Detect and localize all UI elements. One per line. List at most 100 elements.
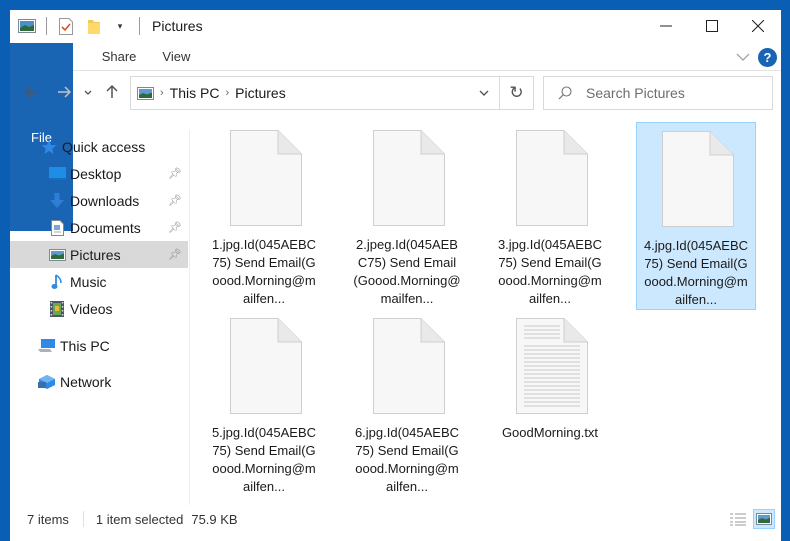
sidebar-item-network[interactable]: Network xyxy=(10,368,188,395)
sidebar-item-label: Downloads xyxy=(70,192,140,209)
sidebar-item-label: Videos xyxy=(70,300,113,317)
sidebar-item-label: Music xyxy=(70,273,107,290)
chevron-down-icon xyxy=(736,53,750,61)
pictures-folder-icon[interactable] xyxy=(18,17,36,35)
back-button[interactable] xyxy=(18,78,46,106)
properties-icon[interactable] xyxy=(57,17,75,35)
breadcrumb-separator: › xyxy=(160,87,164,99)
toolbar-divider xyxy=(46,17,47,35)
breadcrumb-separator: › xyxy=(225,87,230,99)
help-button[interactable]: ? xyxy=(758,47,777,67)
file-item[interactable]: 5.jpg.Id(045AEBC75) Send Email(Goood.Mor… xyxy=(204,310,324,498)
toolbar-divider xyxy=(139,17,140,35)
blank-file-icon xyxy=(373,130,445,226)
sidebar-item-pictures[interactable]: Pictures 📌︎ xyxy=(10,241,188,268)
file-item[interactable]: 3.jpg.Id(045AEBC75) Send Email(Goood.Mor… xyxy=(490,122,610,310)
expand-ribbon-button[interactable] xyxy=(736,53,750,61)
text-file-icon xyxy=(516,318,588,414)
refresh-button[interactable]: ↻ xyxy=(500,76,534,110)
file-name: 2.jpeg.Id(045AEBC75) Send Email(Goood.Mo… xyxy=(353,237,461,306)
file-name: 5.jpg.Id(045AEBC75) Send Email(Goood.Mor… xyxy=(211,425,317,494)
large-icons-view-button[interactable] xyxy=(753,509,775,529)
tab-share[interactable]: Share xyxy=(82,43,157,70)
sidebar-item-this-pc[interactable]: This PC xyxy=(10,332,188,359)
details-view-button[interactable] xyxy=(727,509,749,529)
address-dropdown-button[interactable] xyxy=(469,77,499,109)
window-controls xyxy=(643,10,781,42)
status-bar: 7 items 1 item selected 75.9 KB xyxy=(10,507,781,531)
ribbon-tabs: File Home Share View ? xyxy=(10,43,781,231)
pictures-location-icon xyxy=(137,86,154,100)
forward-button[interactable] xyxy=(50,78,78,106)
sidebar-item-quick-access[interactable]: Quick access xyxy=(10,133,188,160)
details-view-icon xyxy=(730,513,746,526)
file-item[interactable]: 2.jpeg.Id(045AEBC75) Send Email(Goood.Mo… xyxy=(347,122,467,310)
sidebar-item-label: Desktop xyxy=(70,165,122,182)
breadcrumb-pictures[interactable]: Pictures xyxy=(235,85,286,101)
documents-icon xyxy=(48,219,66,237)
recent-locations-button[interactable] xyxy=(78,78,98,106)
sidebar-item-label: This PC xyxy=(60,337,110,354)
tab-view[interactable]: View xyxy=(156,43,210,70)
maximize-button[interactable] xyxy=(689,10,735,42)
arrow-right-icon xyxy=(58,86,71,98)
sidebar-item-music[interactable]: Music xyxy=(10,268,188,295)
blank-file-icon xyxy=(516,130,588,226)
star-icon xyxy=(40,138,58,156)
blank-file-icon xyxy=(230,318,302,414)
pin-icon[interactable]: 📌︎ xyxy=(168,248,182,261)
refresh-icon: ↻ xyxy=(509,83,524,102)
file-item[interactable]: GoodMorning.txt xyxy=(490,310,610,498)
download-icon xyxy=(48,192,66,210)
search-box[interactable] xyxy=(543,76,773,110)
chevron-down-icon xyxy=(84,90,92,95)
network-icon xyxy=(38,373,56,391)
pin-icon[interactable]: 📌︎ xyxy=(168,194,182,207)
close-button[interactable] xyxy=(735,10,781,42)
sidebar-item-label: Network xyxy=(60,373,112,390)
sidebar-item-videos[interactable]: Videos xyxy=(10,295,188,322)
large-icons-view-icon xyxy=(756,513,772,525)
search-input[interactable] xyxy=(586,85,766,101)
videos-icon xyxy=(48,300,66,318)
file-name: GoodMorning.txt xyxy=(501,425,599,440)
file-item-selected[interactable]: 4.jpg.Id(045AEBC75) Send Email(Goood.Mor… xyxy=(636,122,756,310)
file-explorer-window: ▾ Pictures File Home Share View ? xyxy=(10,10,781,541)
view-switcher xyxy=(727,507,775,531)
breadcrumb-this-pc[interactable]: This PC xyxy=(170,85,220,101)
title-bar: ▾ Pictures xyxy=(10,10,781,42)
desktop-icon xyxy=(48,165,66,183)
file-name: 1.jpg.Id(045AEBC75) Send Email(Goood.Mor… xyxy=(211,237,317,306)
computer-icon xyxy=(38,337,56,355)
sidebar-item-label: Pictures xyxy=(70,246,121,263)
file-name: 3.jpg.Id(045AEBC75) Send Email(Goood.Mor… xyxy=(497,237,603,306)
arrow-up-icon xyxy=(106,85,118,98)
file-name: 6.jpg.Id(045AEBC75) Send Email(Goood.Mor… xyxy=(354,425,460,494)
sidebar-item-label: Quick access xyxy=(62,138,146,155)
new-folder-icon[interactable] xyxy=(85,17,103,35)
up-button[interactable] xyxy=(98,78,126,106)
pin-icon[interactable]: 📌︎ xyxy=(168,167,182,180)
search-icon xyxy=(558,86,572,100)
quick-access-toolbar: ▾ xyxy=(10,17,150,35)
blank-file-icon xyxy=(373,318,445,414)
minimize-icon xyxy=(660,25,672,27)
sidebar-item-documents[interactable]: Documents 📌︎ xyxy=(10,214,188,241)
selection-size: 75.9 KB xyxy=(191,511,238,527)
minimize-button[interactable] xyxy=(643,10,689,42)
file-item[interactable]: 1.jpg.Id(045AEBC75) Send Email(Goood.Mor… xyxy=(204,122,324,310)
selection-count: 1 item selected xyxy=(95,511,184,527)
address-bar[interactable]: › This PC › Pictures xyxy=(130,76,500,110)
sidebar-item-desktop[interactable]: Desktop 📌︎ xyxy=(10,160,188,187)
file-list: 1.jpg.Id(045AEBC75) Send Email(Goood.Mor… xyxy=(200,118,770,508)
pin-icon[interactable]: 📌︎ xyxy=(168,221,182,234)
pictures-icon xyxy=(48,246,66,264)
sidebar-item-downloads[interactable]: Downloads 📌︎ xyxy=(10,187,188,214)
file-item[interactable]: 6.jpg.Id(045AEBC75) Send Email(Goood.Mor… xyxy=(347,310,467,498)
customize-dropdown-icon[interactable]: ▾ xyxy=(111,17,129,35)
navigation-pane: Quick access Desktop 📌︎ Downloads 📌︎ Doc… xyxy=(10,130,190,505)
ribbon-right-controls: ? xyxy=(736,43,777,71)
close-icon xyxy=(752,20,764,32)
breadcrumb: › This PC › Pictures xyxy=(131,85,286,101)
navigation-bar: › This PC › Pictures ↻ xyxy=(10,72,781,112)
